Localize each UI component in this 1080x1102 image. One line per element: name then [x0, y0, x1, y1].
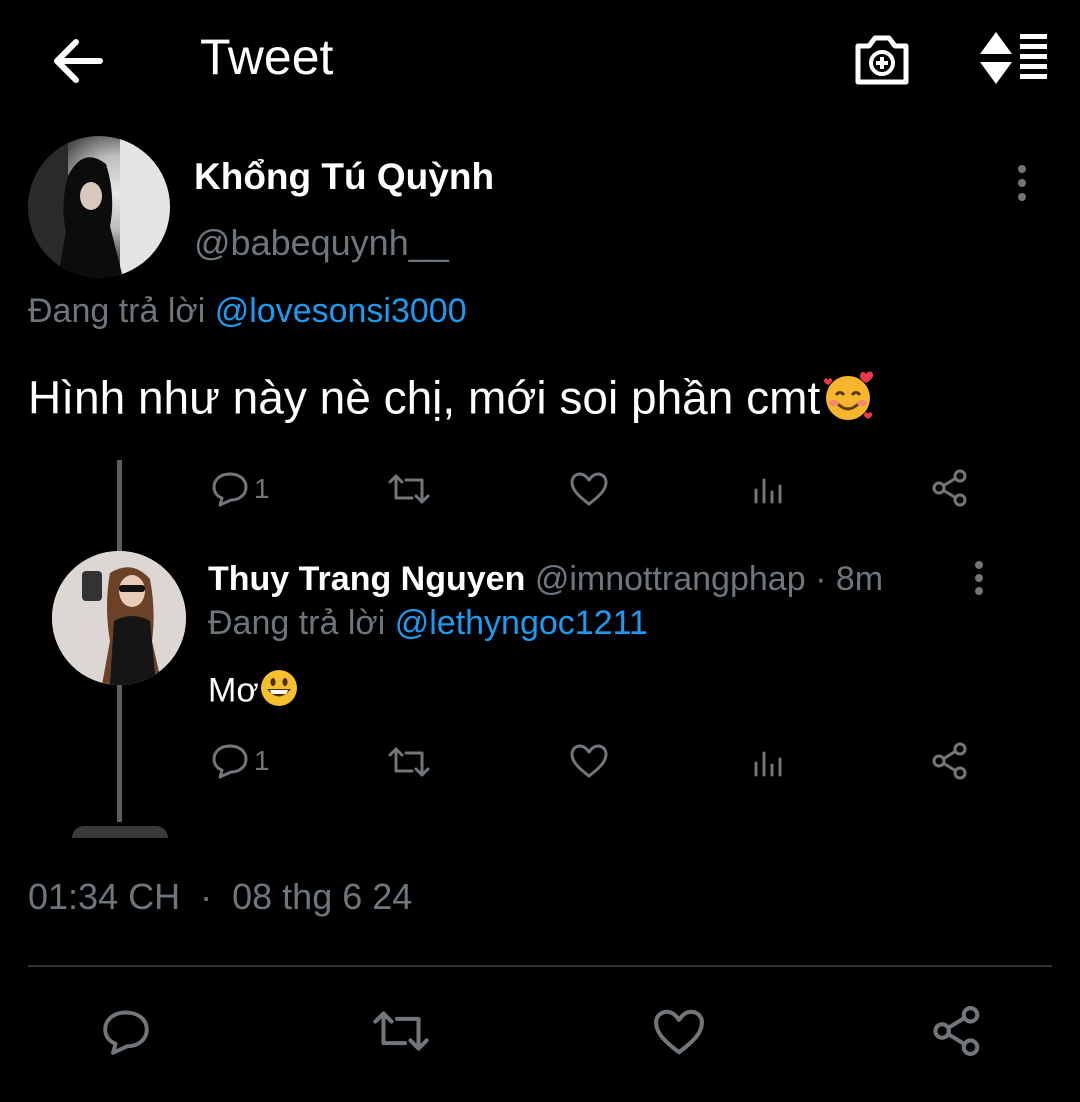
retweet-icon[interactable]: [386, 745, 432, 779]
reply-author-handle[interactable]: @imnottrangphap: [535, 560, 806, 598]
heart-icon[interactable]: [652, 1006, 706, 1058]
reply-replying-prefix: Đang trả lời: [208, 604, 386, 642]
avatar[interactable]: [28, 136, 170, 278]
reply-icon: [210, 470, 250, 508]
tweet-timestamp: 01:34 CH · 08 thg 6 24: [28, 876, 412, 918]
timestamp-separator: ·: [200, 876, 213, 917]
sort-icon[interactable]: [978, 30, 1050, 86]
tweet-body: Hình như này nè chị, mới soi phần cmt: [28, 371, 821, 424]
reply-author-name[interactable]: Thuy Trang Nguyen: [208, 560, 525, 598]
share-icon[interactable]: [930, 468, 970, 508]
reply-text: Mơ: [208, 668, 299, 717]
author-name[interactable]: Khổng Tú Quỳnh: [194, 156, 494, 198]
page-title: Tweet: [200, 29, 334, 85]
reply-time: · 8m: [815, 560, 884, 598]
reply-replying-to-link[interactable]: @lethyngoc1211: [395, 604, 648, 642]
heart-icon[interactable]: [569, 742, 609, 780]
reply-icon: [210, 742, 250, 780]
stats-icon[interactable]: [752, 745, 786, 779]
author-handle[interactable]: @babequynh__: [194, 222, 449, 264]
grinning-face-icon: [259, 668, 299, 717]
back-arrow-icon[interactable]: [50, 36, 104, 86]
replying-prefix: Đang trả lời: [28, 292, 206, 330]
avatar[interactable]: [52, 551, 186, 685]
retweet-icon[interactable]: [386, 472, 432, 506]
tweet-text: Hình như này nè chị, mới soi phần cmt: [28, 368, 876, 435]
reply-body: Mơ: [208, 671, 259, 710]
smiling-face-with-hearts-icon: [820, 368, 876, 435]
reply-button[interactable]: 1: [210, 742, 270, 780]
camera-plus-icon[interactable]: [853, 32, 911, 86]
retweet-icon[interactable]: [370, 1008, 432, 1054]
reply-count: 1: [254, 473, 270, 504]
replying-to: Đang trả lời @lovesonsi3000: [28, 292, 467, 331]
reply-replying-to: Đang trả lời @lethyngoc1211: [208, 604, 648, 643]
share-icon[interactable]: [930, 741, 970, 781]
clipped-avatar: [72, 826, 168, 838]
timestamp-date: 08 thg 6 24: [232, 876, 413, 917]
timestamp-time: 01:34 CH: [28, 876, 181, 917]
reply-button[interactable]: 1: [210, 470, 270, 508]
divider: [28, 965, 1052, 967]
stats-icon[interactable]: [752, 472, 786, 506]
share-icon[interactable]: [930, 1004, 984, 1058]
reply-header: Thuy Trang Nguyen @imnottrangphap · 8m: [208, 560, 883, 599]
more-vertical-icon[interactable]: [1013, 164, 1031, 202]
heart-icon[interactable]: [569, 470, 609, 508]
reply-icon[interactable]: [100, 1006, 152, 1058]
replying-to-link[interactable]: @lovesonsi3000: [215, 292, 467, 330]
more-vertical-icon[interactable]: [970, 560, 988, 596]
reply-count: 1: [254, 745, 270, 776]
